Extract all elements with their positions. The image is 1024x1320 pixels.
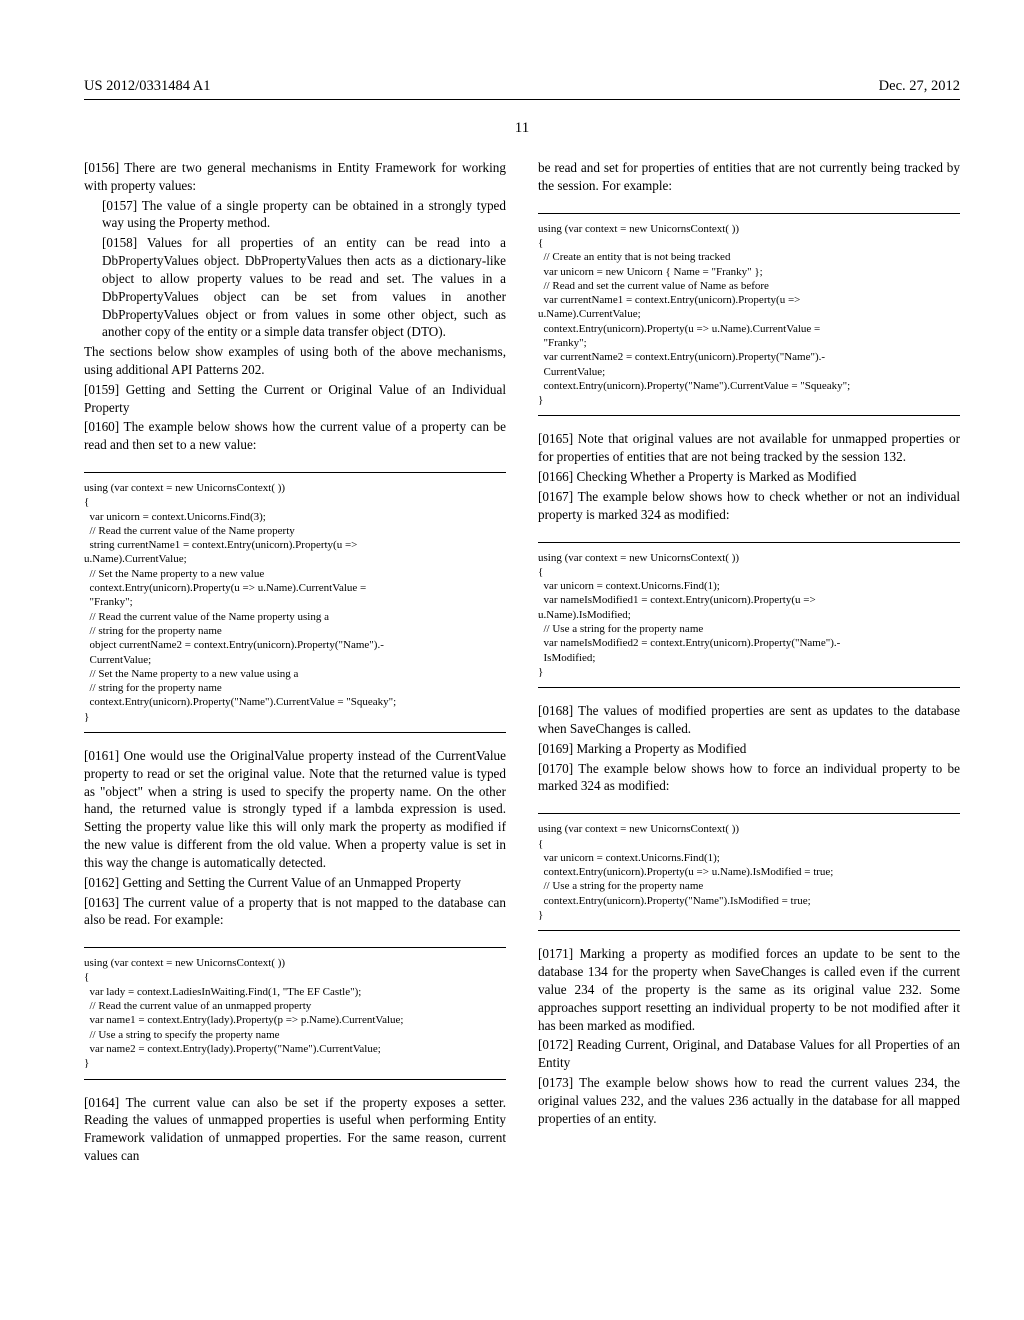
- publication-number: US 2012/0331484 A1: [84, 78, 211, 95]
- page-container: US 2012/0331484 A1 Dec. 27, 2012 11 [015…: [0, 0, 1024, 1207]
- paragraph-0156: [0156] There are two general mechanisms …: [84, 159, 506, 195]
- paragraph-0167: [0167] The example below shows how to ch…: [538, 488, 960, 524]
- paragraph-0162: [0162] Getting and Setting the Current V…: [84, 874, 506, 892]
- code-block-1: using (var context = new UnicornsContext…: [84, 472, 506, 733]
- paragraph-0170: [0170] The example below shows how to fo…: [538, 760, 960, 796]
- code-block-3: using (var context = new UnicornsContext…: [538, 213, 960, 417]
- paragraph-0165: [0165] Note that original values are not…: [538, 430, 960, 466]
- publication-date: Dec. 27, 2012: [879, 78, 960, 95]
- code-block-5: using (var context = new UnicornsContext…: [538, 813, 960, 931]
- paragraph-0157: [0157] The value of a single property ca…: [84, 197, 506, 233]
- paragraph-0169: [0169] Marking a Property as Modified: [538, 740, 960, 758]
- paragraph-after-0158: The sections below show examples of usin…: [84, 343, 506, 379]
- paragraph-0168: [0168] The values of modified properties…: [538, 702, 960, 738]
- paragraph-0172: [0172] Reading Current, Original, and Da…: [538, 1036, 960, 1072]
- paragraph-0163: [0163] The current value of a property t…: [84, 894, 506, 930]
- left-column: [0156] There are two general mechanisms …: [84, 159, 506, 1167]
- paragraph-0164: [0164] The current value can also be set…: [84, 1094, 506, 1165]
- page-number: 11: [84, 120, 960, 137]
- paragraph-0159: [0159] Getting and Setting the Current o…: [84, 381, 506, 417]
- paragraph-0173: [0173] The example below shows how to re…: [538, 1074, 960, 1127]
- paragraph-continuation: be read and set for properties of entiti…: [538, 159, 960, 195]
- page-header: US 2012/0331484 A1 Dec. 27, 2012: [84, 78, 960, 100]
- code-block-2: using (var context = new UnicornsContext…: [84, 947, 506, 1079]
- right-column: be read and set for properties of entiti…: [538, 159, 960, 1167]
- paragraph-0161: [0161] One would use the OriginalValue p…: [84, 747, 506, 872]
- paragraph-0160: [0160] The example below shows how the c…: [84, 418, 506, 454]
- code-block-4: using (var context = new UnicornsContext…: [538, 542, 960, 689]
- paragraph-0166: [0166] Checking Whether a Property is Ma…: [538, 468, 960, 486]
- two-column-layout: [0156] There are two general mechanisms …: [84, 159, 960, 1167]
- paragraph-0158: [0158] Values for all properties of an e…: [84, 234, 506, 341]
- paragraph-0171: [0171] Marking a property as modified fo…: [538, 945, 960, 1034]
